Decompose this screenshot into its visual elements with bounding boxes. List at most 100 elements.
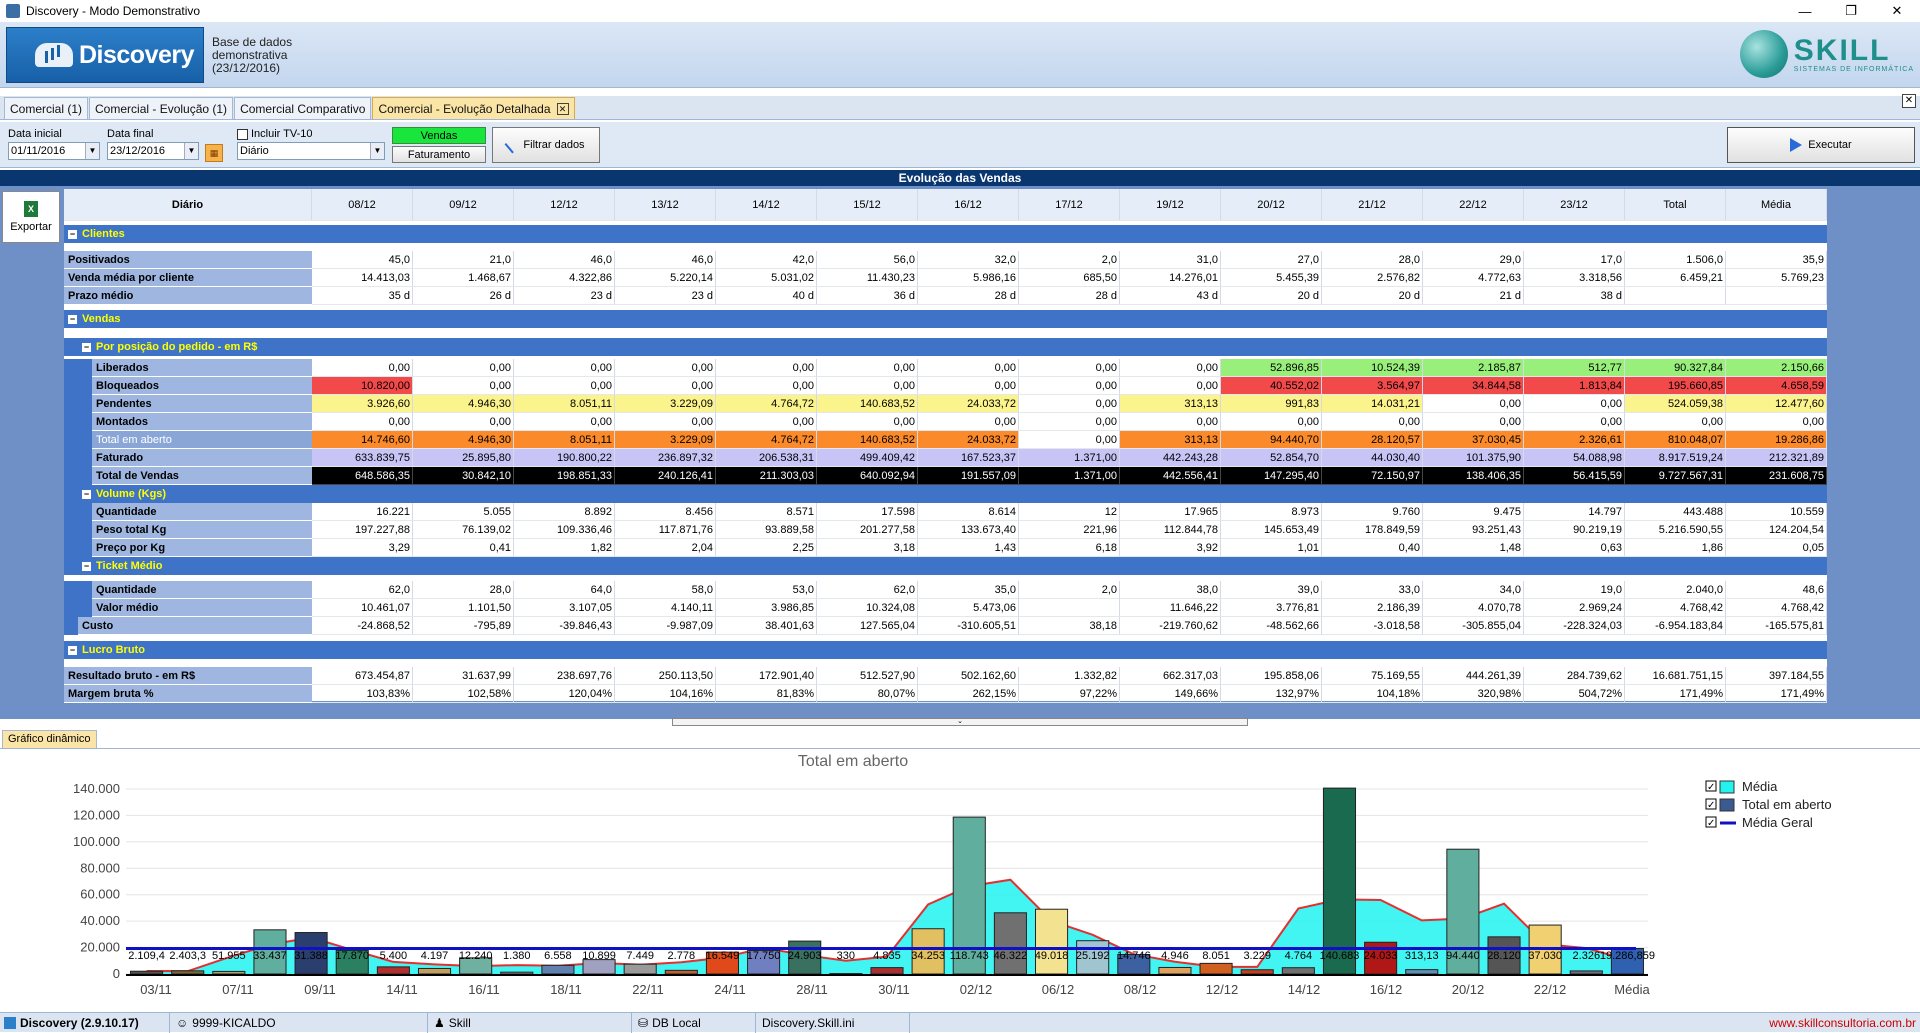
table-cell[interactable]: 443.488 <box>1625 503 1726 521</box>
chart-bar[interactable] <box>624 964 656 974</box>
table-cell[interactable]: 81,83% <box>716 685 817 703</box>
table-cell[interactable]: 648.586,35 <box>312 467 413 485</box>
group-volume[interactable]: −Volume (Kgs) <box>64 485 1827 503</box>
table-cell[interactable]: 0,00 <box>1322 413 1423 431</box>
table-cell[interactable]: 2,25 <box>716 539 817 557</box>
table-cell[interactable]: 103,83% <box>312 685 413 703</box>
column-header[interactable]: 16/12 <box>918 189 1019 221</box>
column-header[interactable]: Total <box>1625 189 1726 221</box>
table-cell[interactable]: 1.101,50 <box>413 599 514 617</box>
chart-bar[interactable] <box>1159 967 1191 974</box>
table-cell[interactable]: 231.608,75 <box>1726 467 1827 485</box>
table-cell[interactable]: -6.954.183,84 <box>1625 617 1726 635</box>
table-cell[interactable]: 2,0 <box>1019 251 1120 269</box>
table-cell[interactable]: 10.559 <box>1726 503 1827 521</box>
executar-button[interactable]: Executar <box>1727 127 1915 163</box>
table-cell[interactable]: 93.889,58 <box>716 521 817 539</box>
table-cell[interactable]: 0,00 <box>1019 395 1120 413</box>
table-cell[interactable]: 11.646,22 <box>1120 599 1221 617</box>
table-cell[interactable]: 101.375,90 <box>1423 449 1524 467</box>
table-cell[interactable]: 28.120,57 <box>1322 431 1423 449</box>
table-cell[interactable]: 0,00 <box>312 359 413 377</box>
table-cell[interactable]: 38.401,63 <box>716 617 817 635</box>
table-cell[interactable]: 3.776,81 <box>1221 599 1322 617</box>
table-cell[interactable]: 2.040,0 <box>1625 581 1726 599</box>
table-cell[interactable]: 0,00 <box>514 377 615 395</box>
table-cell[interactable]: 30.842,10 <box>413 467 514 485</box>
table-cell[interactable]: 11.430,23 <box>817 269 918 287</box>
table-cell[interactable]: 2,0 <box>1019 581 1120 599</box>
table-cell[interactable]: 0,00 <box>1524 395 1625 413</box>
table-cell[interactable]: 3.229,09 <box>615 395 716 413</box>
table-cell[interactable]: 1.813,84 <box>1524 377 1625 395</box>
table-cell[interactable]: 3,18 <box>817 539 918 557</box>
table-cell[interactable]: 35,9 <box>1726 251 1827 269</box>
calendar-icon[interactable]: ▦ <box>205 144 223 162</box>
table-cell[interactable]: 140.683,52 <box>817 431 918 449</box>
table-cell[interactable]: 0,00 <box>1625 413 1726 431</box>
table-cell[interactable]: 16.221 <box>312 503 413 521</box>
table-cell[interactable]: 10.820,00 <box>312 377 413 395</box>
table-cell[interactable]: 685,50 <box>1019 269 1120 287</box>
group-lucro[interactable]: −Lucro Bruto <box>64 641 1827 659</box>
collapse-icon[interactable]: − <box>68 315 77 324</box>
table-cell[interactable]: 93.251,43 <box>1423 521 1524 539</box>
table-cell[interactable]: 104,18% <box>1322 685 1423 703</box>
table-cell[interactable]: 76.139,02 <box>413 521 514 539</box>
table-cell[interactable]: 2.186,39 <box>1322 599 1423 617</box>
chevron-down-icon[interactable]: ▼ <box>85 143 99 159</box>
table-cell[interactable]: 1.332,82 <box>1019 667 1120 685</box>
table-cell[interactable]: 8.571 <box>716 503 817 521</box>
table-cell[interactable]: 504,72% <box>1524 685 1625 703</box>
table-cell[interactable]: 6.459,21 <box>1625 269 1726 287</box>
collapse-icon[interactable]: − <box>82 562 91 571</box>
table-cell[interactable]: 0,41 <box>413 539 514 557</box>
table-cell[interactable]: 0,00 <box>413 377 514 395</box>
table-cell[interactable]: 19,0 <box>1524 581 1625 599</box>
table-cell[interactable]: -48.562,66 <box>1221 617 1322 635</box>
close-all-tabs-icon[interactable]: ✕ <box>1902 94 1916 108</box>
table-cell[interactable]: 27,0 <box>1221 251 1322 269</box>
table-cell[interactable]: 38,0 <box>1120 581 1221 599</box>
table-cell[interactable]: 8.051,11 <box>514 431 615 449</box>
chart-bar[interactable] <box>1323 788 1355 974</box>
table-cell[interactable]: 33,0 <box>1322 581 1423 599</box>
chart-bar[interactable] <box>871 968 903 974</box>
table-cell[interactable]: 198.851,33 <box>514 467 615 485</box>
table-cell[interactable]: 810.048,07 <box>1625 431 1726 449</box>
table-cell[interactable]: 0,00 <box>413 413 514 431</box>
table-cell[interactable]: 102,58% <box>413 685 514 703</box>
table-cell[interactable]: 6,18 <box>1019 539 1120 557</box>
table-cell[interactable]: 172.901,40 <box>716 667 817 685</box>
table-cell[interactable]: 62,0 <box>817 581 918 599</box>
chevron-down-icon[interactable]: ▼ <box>370 143 384 159</box>
chart-bar[interactable] <box>1570 971 1602 974</box>
collapse-icon[interactable]: − <box>82 490 91 499</box>
column-header[interactable]: 23/12 <box>1524 189 1625 221</box>
table-cell[interactable]: 171,49% <box>1625 685 1726 703</box>
tab-comercial-comparativo[interactable]: Comercial Comparativo <box>234 97 371 119</box>
table-cell[interactable]: 0,00 <box>1423 395 1524 413</box>
table-cell[interactable]: 442.243,28 <box>1120 449 1221 467</box>
table-cell[interactable]: 8.892 <box>514 503 615 521</box>
table-cell[interactable]: 14.797 <box>1524 503 1625 521</box>
table-cell[interactable]: 5.031,02 <box>716 269 817 287</box>
chart-bar[interactable] <box>131 971 163 974</box>
table-cell[interactable]: 512,77 <box>1524 359 1625 377</box>
table-cell[interactable]: -310.605,51 <box>918 617 1019 635</box>
collapse-icon[interactable]: − <box>68 230 77 239</box>
collapse-icon[interactable]: − <box>68 646 77 655</box>
table-cell[interactable]: 132,97% <box>1221 685 1322 703</box>
column-header[interactable]: 14/12 <box>716 189 817 221</box>
group-clientes[interactable]: −Clientes <box>64 225 1827 243</box>
table-cell[interactable]: 0,00 <box>1120 359 1221 377</box>
table-cell[interactable]: 0,63 <box>1524 539 1625 557</box>
table-cell[interactable]: 38 d <box>1524 287 1625 305</box>
periodo-select[interactable]: Diário▼ <box>237 142 385 160</box>
table-cell[interactable]: 8.917.519,24 <box>1625 449 1726 467</box>
table-cell[interactable]: 8.051,11 <box>514 395 615 413</box>
chart-bar[interactable] <box>1241 970 1273 974</box>
table-cell[interactable]: 4.946,30 <box>413 431 514 449</box>
table-cell[interactable]: 32,0 <box>918 251 1019 269</box>
table-cell[interactable]: 94.440,70 <box>1221 431 1322 449</box>
